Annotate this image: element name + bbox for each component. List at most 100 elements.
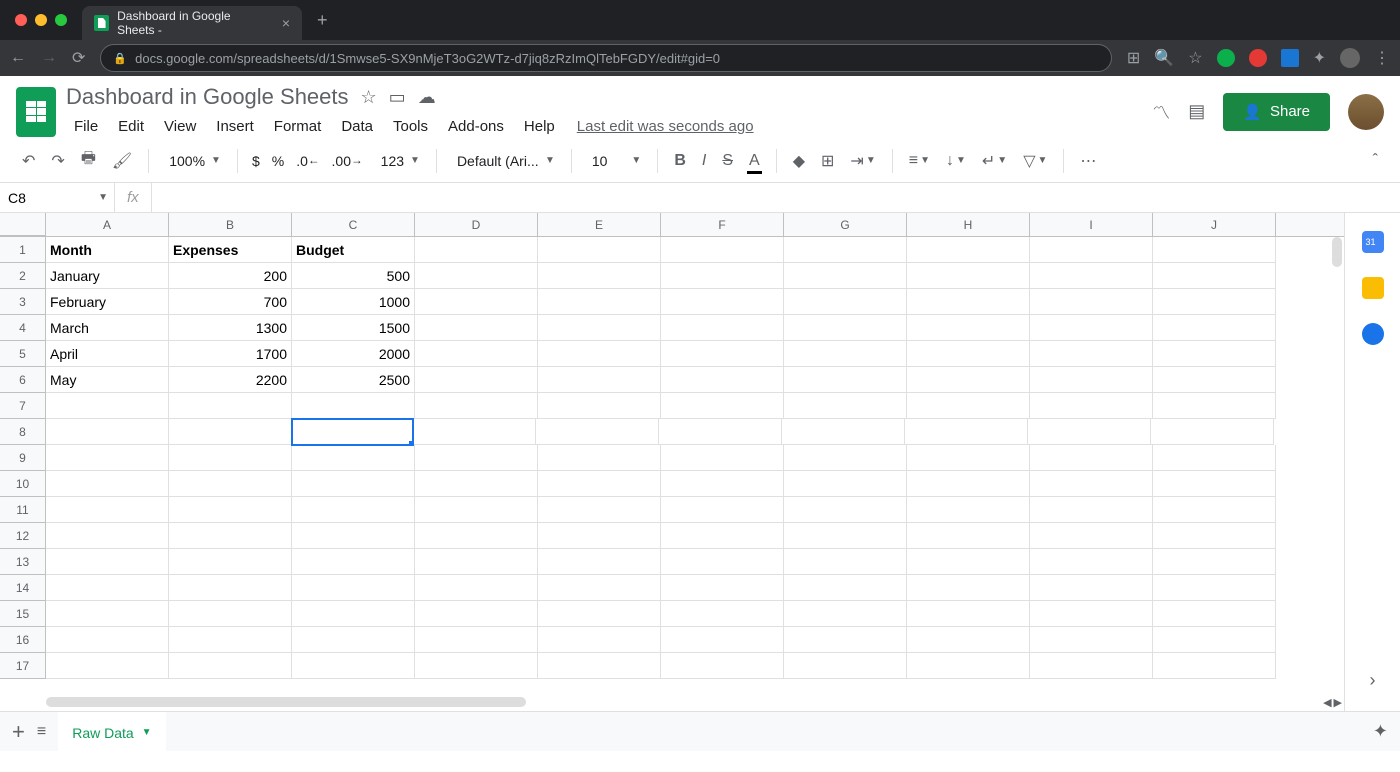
- cell[interactable]: [907, 653, 1030, 679]
- cell[interactable]: [1153, 497, 1276, 523]
- cell[interactable]: [784, 289, 907, 315]
- cell[interactable]: [415, 575, 538, 601]
- move-folder-icon[interactable]: ▭: [389, 87, 406, 108]
- cell[interactable]: [1030, 601, 1153, 627]
- cell[interactable]: [1030, 653, 1153, 679]
- cell[interactable]: [661, 471, 784, 497]
- cell[interactable]: [415, 315, 538, 341]
- cell[interactable]: [169, 627, 292, 653]
- menu-addons[interactable]: Add-ons: [440, 114, 512, 139]
- cell[interactable]: [1153, 367, 1276, 393]
- scroll-right-icon[interactable]: ▶: [1334, 696, 1342, 709]
- cell[interactable]: Expenses: [169, 237, 292, 263]
- cell[interactable]: [661, 653, 784, 679]
- cell[interactable]: [907, 367, 1030, 393]
- cell[interactable]: [1153, 523, 1276, 549]
- cell[interactable]: [784, 601, 907, 627]
- cell[interactable]: [415, 263, 538, 289]
- row-header[interactable]: 15: [0, 601, 45, 627]
- cell[interactable]: [415, 497, 538, 523]
- browser-profile-avatar[interactable]: [1340, 48, 1360, 68]
- name-box[interactable]: C8 ▼: [0, 183, 115, 212]
- formula-input[interactable]: [152, 183, 1400, 212]
- cell[interactable]: [907, 601, 1030, 627]
- activity-icon[interactable]: 〽: [1152, 99, 1170, 125]
- cell[interactable]: [538, 549, 661, 575]
- column-header[interactable]: F: [661, 213, 784, 236]
- column-header[interactable]: B: [169, 213, 292, 236]
- window-maximize-icon[interactable]: [55, 14, 67, 26]
- cell[interactable]: [1153, 315, 1276, 341]
- row-header[interactable]: 14: [0, 575, 45, 601]
- cell[interactable]: [169, 653, 292, 679]
- cell[interactable]: [292, 393, 415, 419]
- cell[interactable]: [907, 549, 1030, 575]
- cell[interactable]: [784, 627, 907, 653]
- cell[interactable]: 1300: [169, 315, 292, 341]
- column-header[interactable]: H: [907, 213, 1030, 236]
- cell[interactable]: [1030, 289, 1153, 315]
- explore-button[interactable]: ✦: [1373, 721, 1388, 742]
- cell[interactable]: [1153, 627, 1276, 653]
- more-tools-icon[interactable]: ⋯: [1074, 147, 1102, 175]
- cell[interactable]: [46, 575, 169, 601]
- tasks-icon[interactable]: [1362, 323, 1384, 345]
- cell[interactable]: [661, 367, 784, 393]
- user-avatar[interactable]: [1348, 94, 1384, 130]
- cell[interactable]: [46, 601, 169, 627]
- row-header[interactable]: 2: [0, 263, 45, 289]
- cell[interactable]: Month: [46, 237, 169, 263]
- cell[interactable]: [415, 601, 538, 627]
- cell[interactable]: [538, 315, 661, 341]
- cell[interactable]: [782, 419, 905, 445]
- menu-edit[interactable]: Edit: [110, 114, 152, 139]
- horizontal-scrollbar[interactable]: [46, 697, 526, 707]
- zoom-dropdown[interactable]: 100%▼: [159, 149, 227, 173]
- row-header[interactable]: 16: [0, 627, 45, 653]
- tab-close-icon[interactable]: ×: [282, 15, 290, 31]
- cell[interactable]: [1153, 263, 1276, 289]
- cell[interactable]: [1153, 445, 1276, 471]
- cell[interactable]: [1151, 419, 1274, 445]
- cell[interactable]: [538, 393, 661, 419]
- window-close-icon[interactable]: [15, 14, 27, 26]
- browser-tab[interactable]: Dashboard in Google Sheets - ×: [82, 6, 302, 40]
- print-icon[interactable]: 🖶: [75, 143, 102, 178]
- cell[interactable]: [538, 237, 661, 263]
- cell[interactable]: [907, 315, 1030, 341]
- scroll-left-icon[interactable]: ◀: [1323, 696, 1331, 709]
- cell[interactable]: [1153, 289, 1276, 315]
- column-header[interactable]: E: [538, 213, 661, 236]
- cell[interactable]: [1030, 393, 1153, 419]
- cell[interactable]: [169, 471, 292, 497]
- cells-grid[interactable]: MonthExpensesBudgetJanuary200500February…: [46, 237, 1276, 679]
- keep-icon[interactable]: [1362, 277, 1384, 299]
- text-rotation-button[interactable]: ▽▼: [1017, 147, 1053, 175]
- row-header[interactable]: 6: [0, 367, 45, 393]
- cell[interactable]: [907, 393, 1030, 419]
- cell[interactable]: [661, 575, 784, 601]
- increase-decimal-button[interactable]: .00→: [328, 153, 367, 169]
- cell[interactable]: [169, 445, 292, 471]
- cell[interactable]: [169, 549, 292, 575]
- cell[interactable]: [907, 471, 1030, 497]
- column-header[interactable]: D: [415, 213, 538, 236]
- cell[interactable]: [415, 549, 538, 575]
- cell[interactable]: [907, 497, 1030, 523]
- row-header[interactable]: 13: [0, 549, 45, 575]
- cell[interactable]: [1153, 549, 1276, 575]
- cell[interactable]: [905, 419, 1028, 445]
- nav-back-icon[interactable]: ←: [10, 49, 26, 67]
- cell[interactable]: [907, 445, 1030, 471]
- cell[interactable]: [415, 393, 538, 419]
- extension-red-icon[interactable]: [1249, 49, 1267, 67]
- cell[interactable]: [169, 497, 292, 523]
- cell[interactable]: January: [46, 263, 169, 289]
- url-bar[interactable]: 🔒 docs.google.com/spreadsheets/d/1Smwse5…: [100, 44, 1112, 72]
- cell[interactable]: [661, 497, 784, 523]
- cell[interactable]: [46, 445, 169, 471]
- cell[interactable]: March: [46, 315, 169, 341]
- cell[interactable]: [661, 601, 784, 627]
- undo-icon[interactable]: ↶: [16, 147, 41, 175]
- sheet-tab-dropdown-icon[interactable]: ▼: [142, 727, 152, 738]
